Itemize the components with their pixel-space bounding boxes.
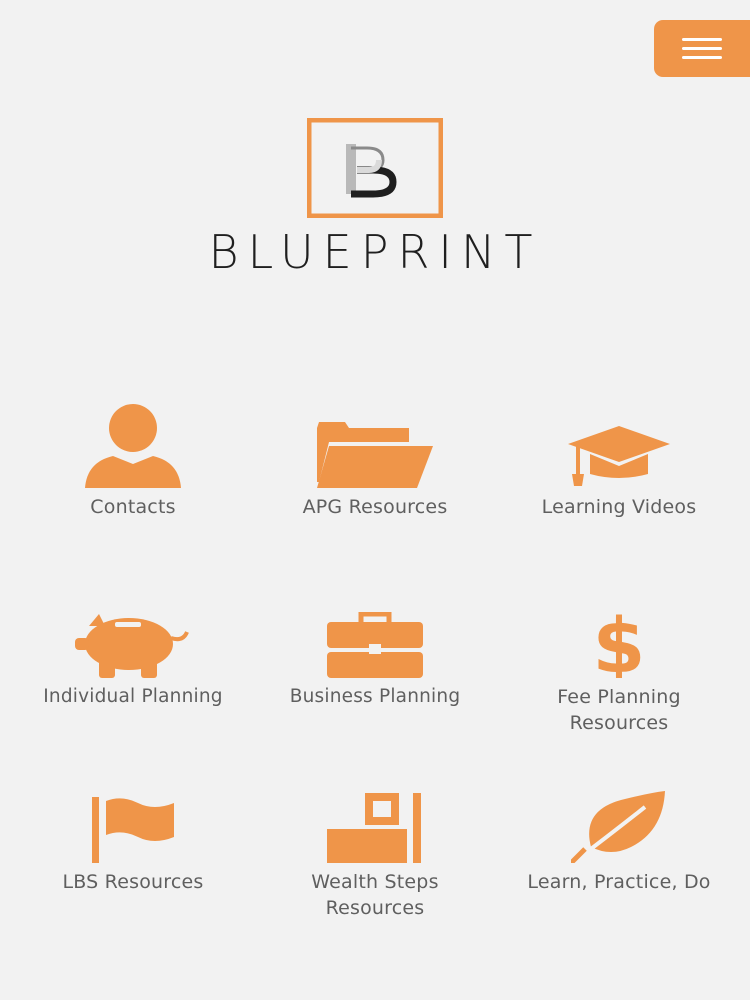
tile-label: Learn, Practice, Do: [527, 871, 711, 893]
person-icon: [83, 400, 183, 488]
dollar-icon: $: [587, 590, 651, 678]
tile-label: Fee Planning Resources: [557, 686, 681, 734]
graduation-cap-icon: [566, 400, 672, 488]
blueprint-logo: BLUEPRINT: [0, 118, 750, 274]
piggy-bank-icon: [75, 590, 191, 678]
flag-icon: [92, 775, 174, 863]
tile-apg-resources[interactable]: APG Resources: [250, 400, 500, 520]
tile-label: Individual Planning: [43, 686, 223, 707]
hamburger-icon-line: [682, 56, 722, 59]
tile-learning-videos[interactable]: Learning Videos: [494, 400, 744, 520]
svg-text:$: $: [593, 608, 646, 678]
steps-icon: [327, 775, 423, 863]
logo-mark-icon: [307, 118, 443, 218]
tile-label: Learning Videos: [541, 496, 697, 518]
hamburger-icon: [682, 38, 722, 41]
tile-fee-planning-resources[interactable]: $ Fee Planning Resources: [494, 590, 744, 736]
menu-button[interactable]: [654, 20, 750, 77]
briefcase-icon: [327, 590, 423, 678]
tile-label: APG Resources: [302, 496, 448, 518]
tile-wealth-steps-resources[interactable]: Wealth Steps Resources: [250, 775, 500, 921]
leaf-icon: [571, 775, 667, 863]
app-screen: BLUEPRINT Contacts APG Resources Learnin…: [0, 0, 750, 1000]
tile-label: LBS Resources: [62, 871, 204, 893]
tile-contacts[interactable]: Contacts: [8, 400, 258, 520]
folder-icon: [315, 400, 435, 488]
tile-label: Wealth Steps Resources: [311, 871, 439, 919]
tile-individual-planning[interactable]: Individual Planning: [8, 590, 258, 710]
brand-name: BLUEPRINT: [209, 228, 542, 274]
tile-business-planning[interactable]: Business Planning: [250, 590, 500, 710]
hamburger-icon-line: [682, 47, 722, 50]
tile-label: Contacts: [90, 496, 176, 518]
tile-label: Business Planning: [289, 686, 461, 707]
tile-lbs-resources[interactable]: LBS Resources: [8, 775, 258, 895]
brand-wordmark: BLUEPRINT: [209, 228, 542, 274]
tile-learn-practice-do[interactable]: Learn, Practice, Do: [494, 775, 744, 895]
